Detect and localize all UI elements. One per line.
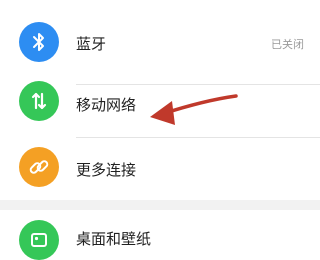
link-icon — [19, 147, 59, 187]
bluetooth-status: 已关闭 — [271, 38, 304, 51]
settings-item-label: 蓝牙 — [76, 35, 107, 53]
image-icon — [19, 220, 59, 260]
settings-item-label: 更多连接 — [76, 161, 137, 179]
mobile-data-arrows-icon — [19, 81, 59, 121]
settings-item-mobile-network[interactable]: 移动网络 — [0, 81, 320, 137]
section-separator — [0, 200, 320, 210]
settings-item-more-connections[interactable]: 更多连接 — [0, 138, 320, 200]
bluetooth-icon — [19, 22, 59, 62]
settings-item-bluetooth[interactable]: 蓝牙 已关闭 — [0, 0, 320, 84]
settings-item-wallpaper[interactable]: 桌面和壁纸 — [0, 210, 320, 260]
settings-item-label: 桌面和壁纸 — [76, 230, 152, 248]
settings-item-label: 移动网络 — [76, 96, 137, 114]
